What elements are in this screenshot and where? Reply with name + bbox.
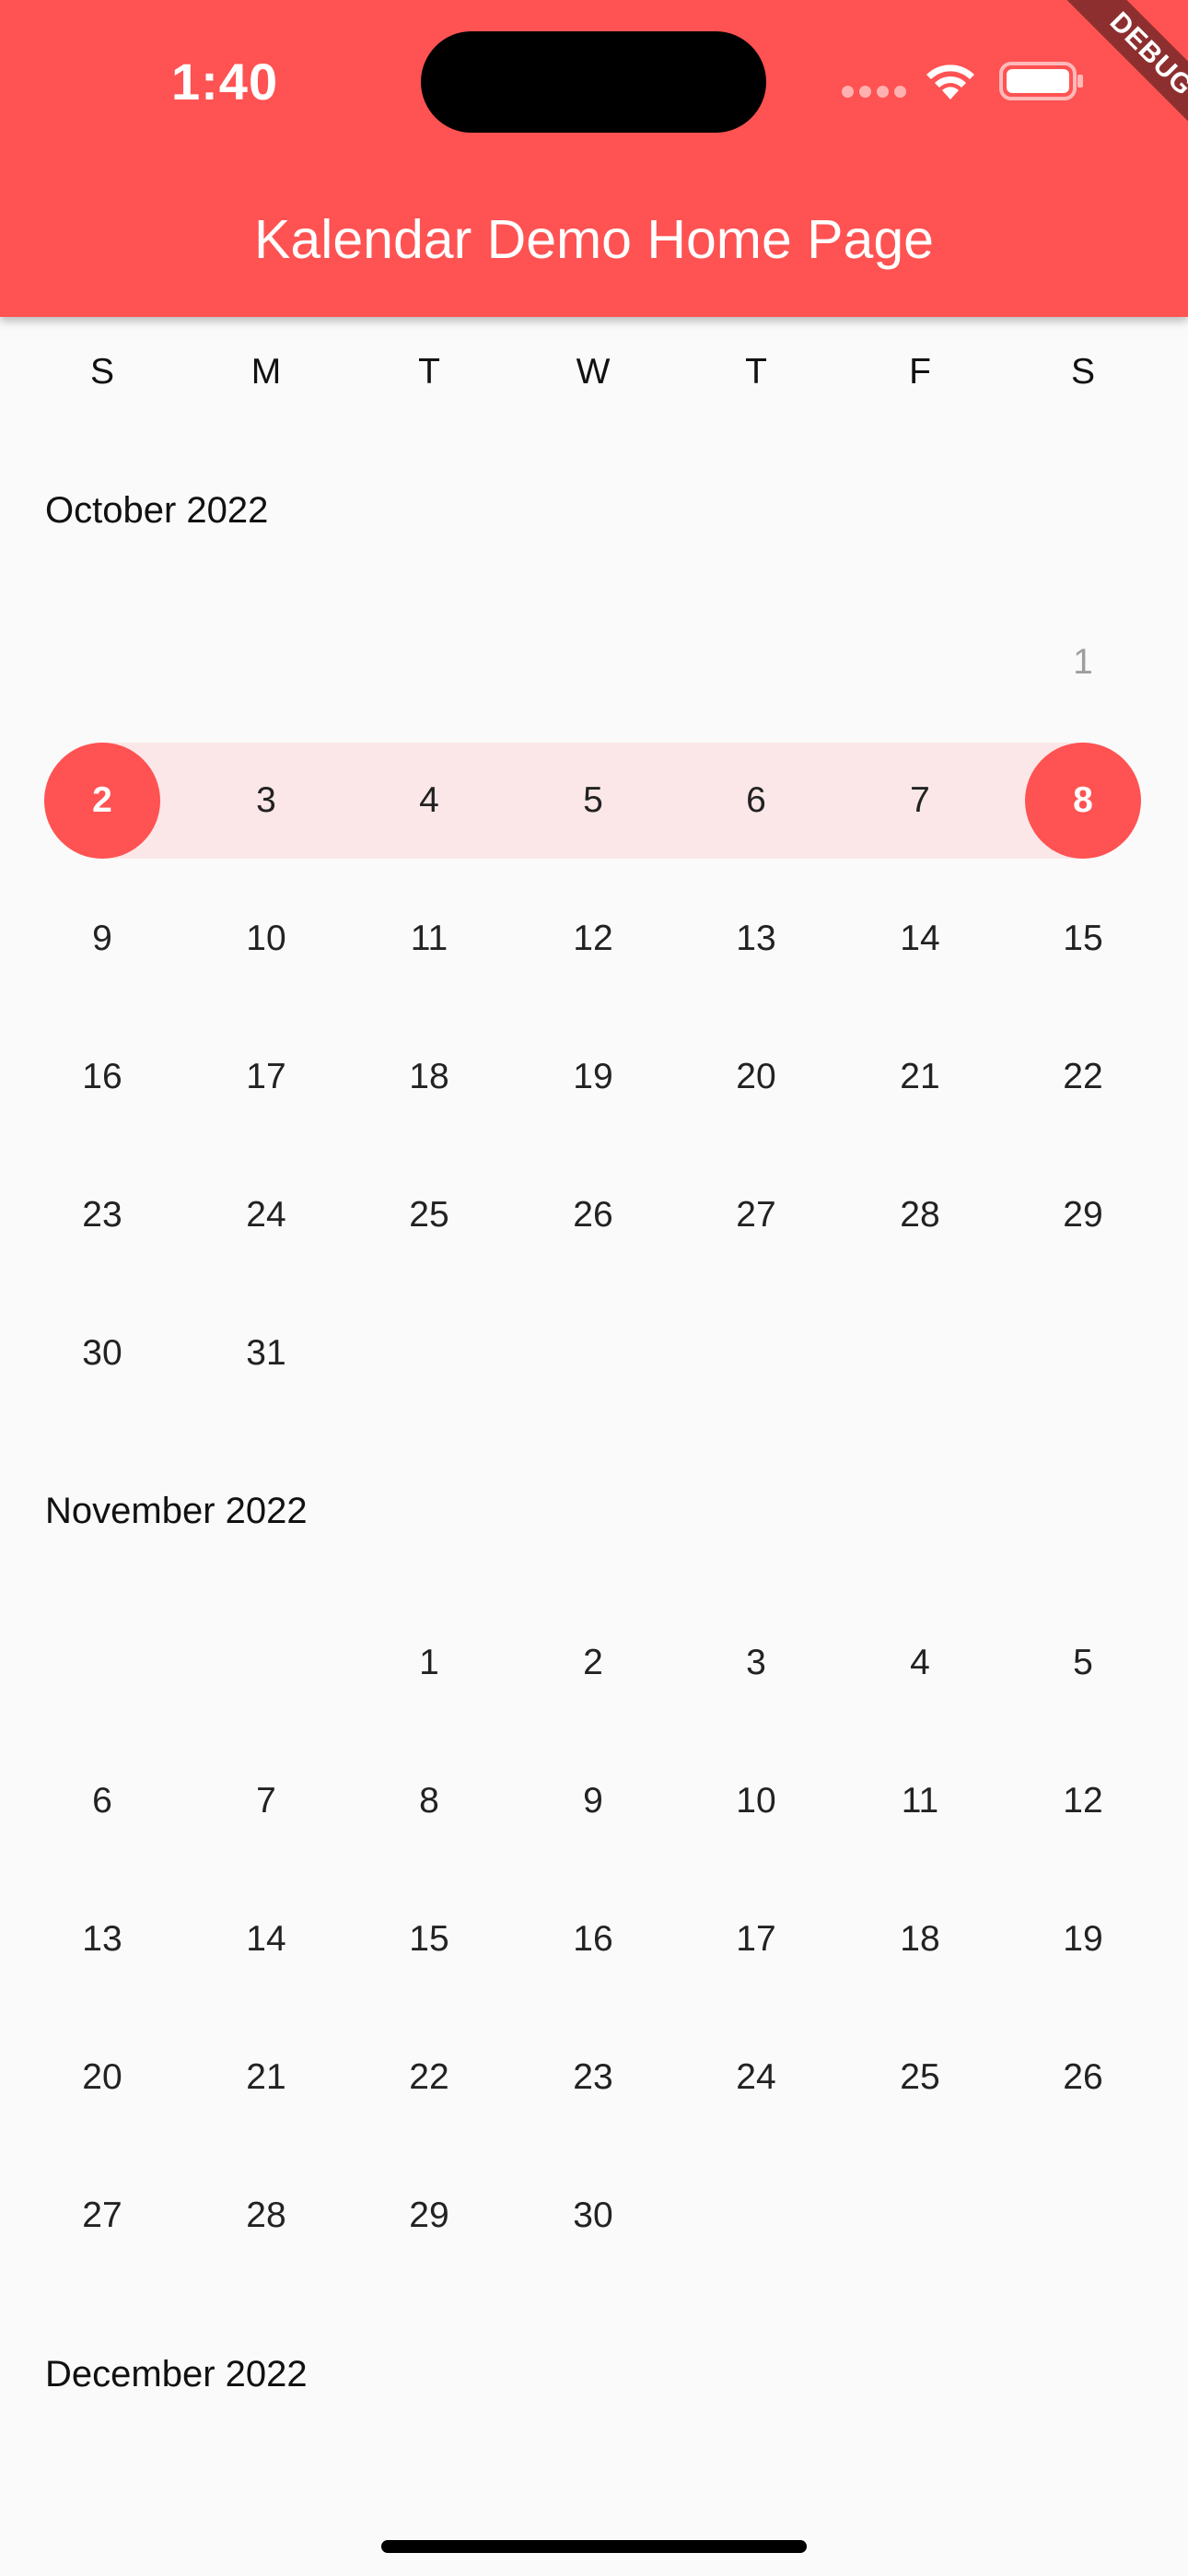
day-cell[interactable]: 11: [371, 881, 487, 997]
cellular-signal-icon: [842, 86, 906, 99]
day-cell[interactable]: 19: [1025, 1881, 1141, 1997]
weekday-label: M: [250, 352, 282, 392]
weekday-label: S: [89, 352, 114, 392]
day-cell[interactable]: 12: [535, 881, 651, 997]
day-cell[interactable]: 13: [44, 1881, 160, 1997]
day-cell[interactable]: 9: [535, 1743, 651, 1859]
page-title: Kalendar Demo Home Page: [254, 209, 934, 270]
day-cell[interactable]: 17: [208, 1019, 324, 1135]
day-cell[interactable]: 16: [535, 1881, 651, 1997]
day-cell[interactable]: 5: [535, 743, 651, 859]
day-cell[interactable]: 26: [535, 1157, 651, 1273]
day-cell[interactable]: 28: [208, 2158, 324, 2274]
day-cell[interactable]: 14: [208, 1881, 324, 1997]
home-indicator: [381, 2540, 807, 2553]
weekday-header: SMTWTFS: [0, 317, 1188, 435]
day-cell[interactable]: 11: [862, 1743, 978, 1859]
day-cell[interactable]: 18: [371, 1019, 487, 1135]
day-cell[interactable]: 15: [371, 1881, 487, 1997]
day-cell[interactable]: 27: [698, 1157, 814, 1273]
day-cell[interactable]: 30: [44, 1295, 160, 1411]
day-cell[interactable]: 9: [44, 881, 160, 997]
weekday-label: T: [418, 352, 440, 392]
weekday-label: W: [576, 352, 611, 392]
day-cell[interactable]: 1: [1025, 604, 1141, 720]
dynamic-island: [421, 31, 766, 133]
day-cell[interactable]: 4: [862, 1605, 978, 1721]
day-cell[interactable]: 23: [535, 2020, 651, 2136]
day-cell[interactable]: 26: [1025, 2020, 1141, 2136]
weekday-label: T: [745, 352, 767, 392]
day-cell[interactable]: 6: [698, 743, 814, 859]
day-cell[interactable]: 28: [862, 1157, 978, 1273]
day-cell[interactable]: 23: [44, 1157, 160, 1273]
day-cell[interactable]: 12: [1025, 1743, 1141, 1859]
month-title-november: November 2022: [45, 1491, 308, 1531]
battery-icon: [999, 62, 1083, 100]
day-cell[interactable]: 3: [208, 743, 324, 859]
day-cell[interactable]: 10: [698, 1743, 814, 1859]
weekday-label: F: [909, 352, 931, 392]
day-cell[interactable]: 15: [1025, 881, 1141, 997]
day-cell[interactable]: 16: [44, 1019, 160, 1135]
app-bar: 1:40 DEBUG Kalendar Demo Home Page: [0, 0, 1188, 317]
day-cell[interactable]: 27: [44, 2158, 160, 2274]
day-cell[interactable]: 24: [698, 2020, 814, 2136]
day-cell[interactable]: 29: [371, 2158, 487, 2274]
day-cell[interactable]: 14: [862, 881, 978, 997]
day-cell[interactable]: 22: [1025, 1019, 1141, 1135]
day-cell[interactable]: 30: [535, 2158, 651, 2274]
day-cell[interactable]: 25: [371, 1157, 487, 1273]
day-cell[interactable]: 22: [371, 2020, 487, 2136]
day-cell[interactable]: 21: [862, 1019, 978, 1135]
day-cell[interactable]: 2: [535, 1605, 651, 1721]
day-cell[interactable]: 25: [862, 2020, 978, 2136]
month-title-october: October 2022: [45, 490, 269, 531]
selected-end-day[interactable]: 8: [1025, 743, 1141, 859]
day-cell[interactable]: 4: [371, 743, 487, 859]
day-cell[interactable]: 17: [698, 1881, 814, 1997]
day-cell[interactable]: 13: [698, 881, 814, 997]
day-cell[interactable]: 1: [371, 1605, 487, 1721]
status-time: 1:40: [171, 53, 279, 111]
day-cell[interactable]: 20: [44, 2020, 160, 2136]
day-cell[interactable]: 3: [698, 1605, 814, 1721]
selected-start-day[interactable]: 2: [44, 743, 160, 859]
day-cell[interactable]: 8: [371, 1743, 487, 1859]
day-cell[interactable]: 20: [698, 1019, 814, 1135]
day-cell[interactable]: 5: [1025, 1605, 1141, 1721]
day-cell[interactable]: 7: [208, 1743, 324, 1859]
day-cell[interactable]: 18: [862, 1881, 978, 1997]
weekday-label: S: [1070, 352, 1095, 392]
day-cell[interactable]: 7: [862, 743, 978, 859]
day-cell[interactable]: 19: [535, 1019, 651, 1135]
day-cell[interactable]: 6: [44, 1743, 160, 1859]
wifi-icon: [926, 64, 974, 100]
day-cell[interactable]: 31: [208, 1295, 324, 1411]
day-cell[interactable]: 21: [208, 2020, 324, 2136]
day-cell[interactable]: 29: [1025, 1157, 1141, 1273]
day-cell[interactable]: 24: [208, 1157, 324, 1273]
month-title-december: December 2022: [45, 2354, 308, 2395]
day-cell[interactable]: 10: [208, 881, 324, 997]
